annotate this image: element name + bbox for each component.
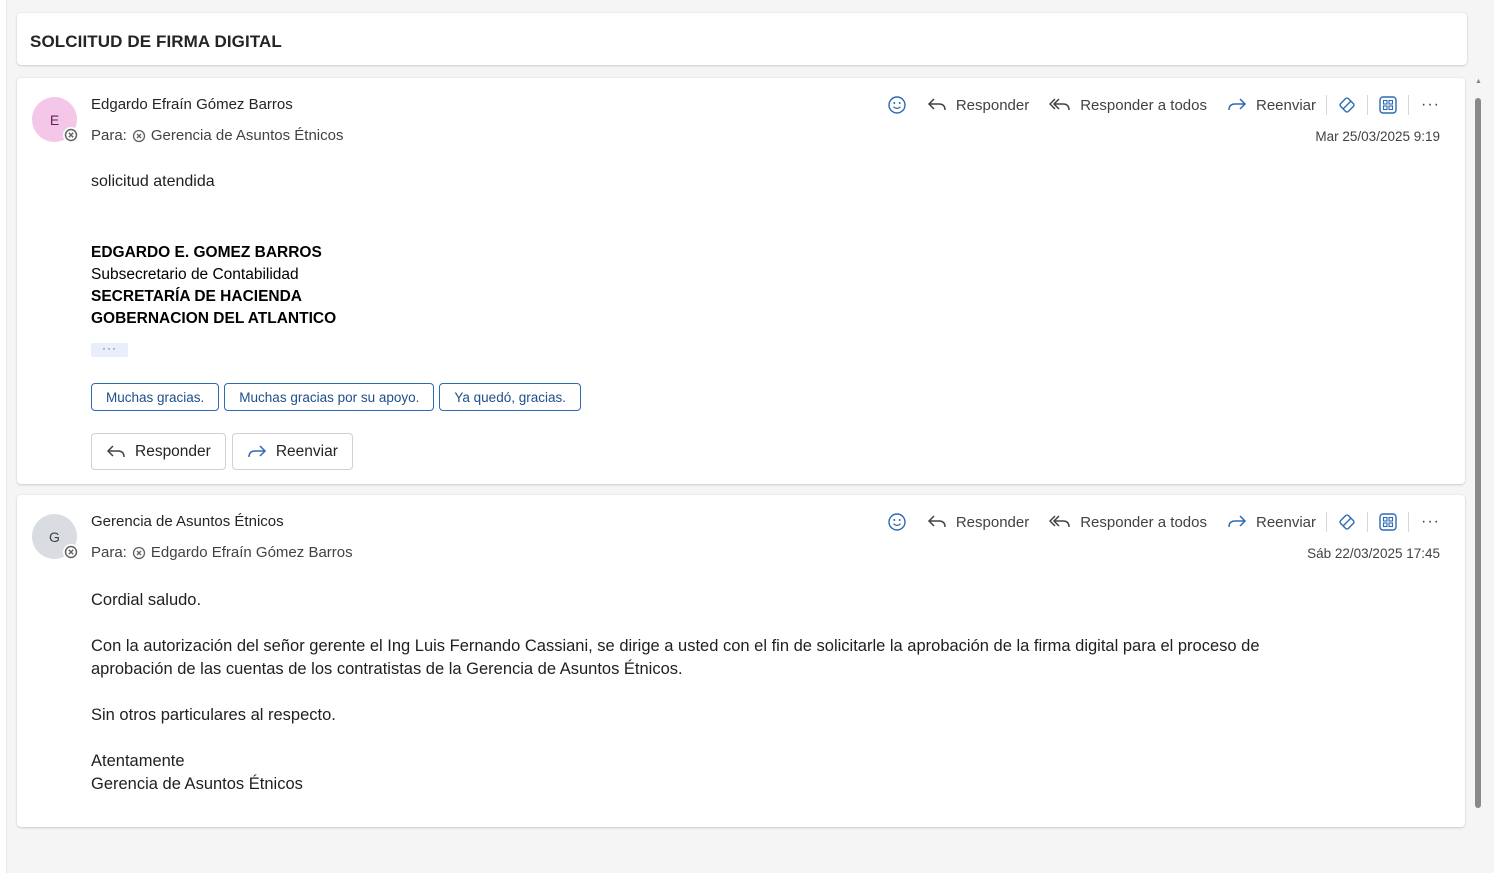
more-actions-icon[interactable]: ··· — [1421, 513, 1440, 531]
reply-label: Responder — [955, 513, 1030, 531]
suggested-reply-chip[interactable]: Ya quedó, gracias. — [439, 383, 581, 411]
toolbar-divider — [1408, 95, 1410, 115]
avatar-initial: G — [49, 528, 60, 545]
forward-label: Reenviar — [1255, 513, 1317, 531]
recipient-status-icon — [132, 129, 146, 143]
recipients-line: Para: Gerencia de Asuntos Étnicos — [91, 127, 343, 144]
message-actions: Responder Responder a todos Reenviar ··· — [887, 511, 1440, 533]
emoji-reaction-icon[interactable] — [887, 512, 907, 532]
toolbar-divider — [1326, 95, 1328, 115]
forward-label: Reenviar — [1255, 96, 1317, 114]
signature-name: EDGARDO E. GOMEZ BARROS — [91, 244, 322, 261]
recipient-status-icon — [132, 546, 146, 560]
body-paragraph: Atentamente — [91, 752, 185, 770]
message-body: solicitud atendida — [91, 173, 215, 190]
reply-icon — [106, 444, 125, 457]
to-label: Para: — [91, 127, 127, 144]
suggested-reply-chip[interactable]: Muchas gracias por su apoyo. — [224, 383, 435, 411]
more-actions-icon[interactable]: ··· — [1421, 96, 1440, 114]
reply-button[interactable]: Responder — [927, 514, 1029, 531]
body-paragraph: Gerencia de Asuntos Étnicos — [91, 775, 303, 793]
suggested-reply-chip[interactable]: Muchas gracias. — [91, 383, 220, 411]
subject-header: SOLCIITUD DE FIRMA DIGITAL — [17, 13, 1467, 65]
reply-icon — [927, 98, 946, 111]
signature-dept: SECRETARÍA DE HACIENDA — [91, 288, 302, 305]
recipients-line: Para: Edgardo Efraín Gómez Barros — [91, 544, 353, 561]
recipient-name[interactable]: Gerencia de Asuntos Étnicos — [151, 127, 344, 144]
reply-all-label: Responder a todos — [1080, 96, 1207, 114]
message-card-2[interactable]: G Gerencia de Asuntos Étnicos Para: Edga… — [17, 495, 1465, 827]
suggested-replies: Muchas gracias. Muchas gracias por su ap… — [91, 383, 581, 411]
message-date: Mar 25/03/2025 9:19 — [1315, 129, 1440, 144]
forward-icon — [1228, 515, 1247, 528]
signature-org: GOBERNACION DEL ATLANTICO — [91, 310, 337, 327]
presence-offline-icon — [63, 544, 79, 560]
toolbar-divider — [1367, 512, 1369, 532]
toolbar-divider — [1326, 512, 1328, 532]
emoji-reaction-icon[interactable] — [887, 95, 907, 115]
inline-reply-label: Responder — [135, 442, 211, 460]
body-paragraph: Con la autorización del señor gerente el… — [91, 637, 1260, 655]
sensitivity-tag-icon[interactable] — [1337, 95, 1357, 115]
reply-label: Responder — [955, 96, 1030, 114]
presence-offline-icon — [63, 127, 79, 143]
forward-icon — [1228, 98, 1247, 111]
body-paragraph: aprobación de las cuentas de los contrat… — [91, 660, 683, 678]
reply-all-button[interactable]: Responder a todos — [1049, 97, 1207, 114]
forward-button[interactable]: Reenviar — [1227, 514, 1316, 531]
forward-button[interactable]: Reenviar — [1227, 97, 1316, 114]
left-edge-divider — [0, 0, 7, 873]
reading-pane: SOLCIITUD DE FIRMA DIGITAL E Edgardo Efr… — [0, 0, 1494, 873]
apps-icon[interactable] — [1378, 95, 1398, 115]
signature-role: Subsecretario de Contabilidad — [91, 266, 299, 283]
signature-block: EDGARDO E. GOMEZ BARROS Subsecretario de… — [91, 242, 336, 330]
avatar-initial: E — [49, 111, 60, 128]
inline-forward-button[interactable]: Reenviar — [231, 433, 353, 470]
toolbar-divider — [1408, 512, 1410, 532]
scroll-up-icon[interactable]: ▲ — [1475, 78, 1482, 85]
sensitivity-tag-icon[interactable] — [1337, 512, 1357, 532]
scrollbar-thumb[interactable] — [1475, 98, 1481, 808]
reply-all-label: Responder a todos — [1080, 513, 1207, 531]
inline-reply-button[interactable]: Responder — [91, 433, 226, 470]
sender-name[interactable]: Gerencia de Asuntos Étnicos — [91, 513, 284, 530]
reply-all-icon — [1049, 515, 1070, 528]
apps-icon[interactable] — [1378, 512, 1398, 532]
inline-forward-label: Reenviar — [275, 442, 338, 460]
to-label: Para: — [91, 544, 127, 561]
reply-buttons: Responder Reenviar — [91, 433, 353, 470]
reply-button[interactable]: Responder — [927, 97, 1029, 114]
vertical-scrollbar[interactable]: ▲ — [1471, 78, 1489, 838]
recipient-name[interactable]: Edgardo Efraín Gómez Barros — [151, 544, 353, 561]
reply-icon — [927, 515, 946, 528]
message-actions: Responder Responder a todos Reenviar ··· — [887, 94, 1440, 116]
body-paragraph: Cordial saludo. — [91, 591, 202, 609]
reply-all-button[interactable]: Responder a todos — [1049, 514, 1207, 531]
toolbar-divider — [1367, 95, 1369, 115]
forward-icon — [248, 444, 266, 457]
message-date: Sáb 22/03/2025 17:45 — [1307, 546, 1440, 561]
show-trimmed-content-button[interactable]: ··· — [91, 342, 128, 357]
subject-title: SOLCIITUD DE FIRMA DIGITAL — [30, 32, 282, 51]
message-card-1[interactable]: E Edgardo Efraín Gómez Barros Para: Gere… — [17, 78, 1465, 484]
body-paragraph: Sin otros particulares al respecto. — [91, 706, 336, 724]
reply-all-icon — [1049, 98, 1070, 111]
sender-name[interactable]: Edgardo Efraín Gómez Barros — [91, 96, 293, 113]
